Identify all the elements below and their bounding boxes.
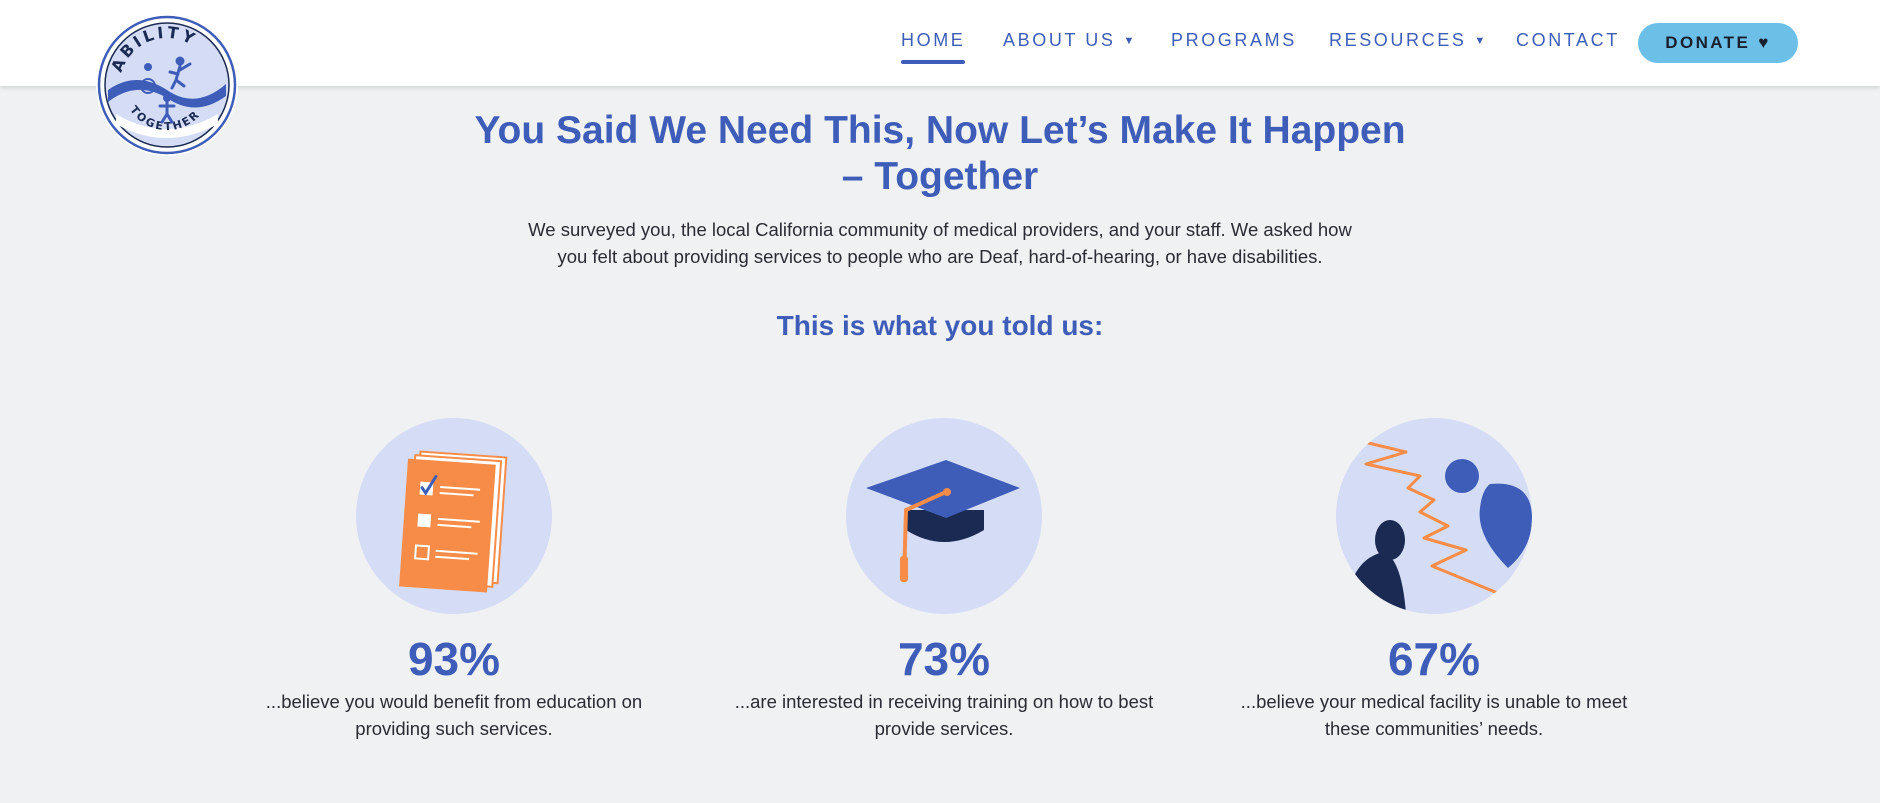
nav-programs[interactable]: PROGRAMS bbox=[1171, 30, 1297, 51]
site-header: HOME ABOUT US ▼ PROGRAMS RESOURCES ▼ CONTA… bbox=[0, 0, 1880, 86]
nav-programs-label: PROGRAMS bbox=[1171, 30, 1297, 50]
nav-about-us[interactable]: ABOUT US ▼ bbox=[1003, 30, 1137, 51]
nav-about-label: ABOUT US bbox=[1003, 30, 1116, 50]
stat-value: 93% bbox=[407, 633, 501, 685]
caret-down-icon: ▼ bbox=[1474, 34, 1488, 47]
stat-description: ...are interested in receiving training … bbox=[734, 691, 1154, 739]
stat-description: ...believe your medical facility is unab… bbox=[1240, 691, 1628, 739]
intro-paragraph: We surveyed you, the local California co… bbox=[528, 219, 1352, 267]
ability-together-logo-icon: ABILITY TOGETHER bbox=[97, 15, 237, 155]
donate-button[interactable]: DONATE ♥ bbox=[1638, 23, 1798, 63]
checklist-document-icon bbox=[399, 450, 508, 593]
stat-icon-circle bbox=[846, 418, 1042, 614]
nav-contact[interactable]: CONTACT bbox=[1516, 30, 1620, 51]
stat-description: ...believe you would benefit from educat… bbox=[265, 691, 643, 739]
stat-icon-circle bbox=[356, 418, 552, 614]
stat-card: 73% ...are interested in receiving train… bbox=[734, 418, 1154, 742]
heart-icon: ♥ bbox=[1758, 33, 1771, 52]
main-nav: HOME ABOUT US ▼ PROGRAMS RESOURCES ▼ CONTA… bbox=[0, 0, 1880, 86]
nav-contact-label: CONTACT bbox=[1516, 30, 1620, 50]
nav-resources[interactable]: RESOURCES ▼ bbox=[1329, 30, 1488, 51]
nav-home-label: HOME bbox=[901, 30, 966, 50]
stat-card: 67% ...believe your medical facility is … bbox=[1224, 418, 1644, 742]
graduation-cap-icon bbox=[866, 460, 1020, 582]
section-subheading: This is what you told us: bbox=[776, 310, 1104, 341]
nav-home[interactable]: HOME bbox=[901, 30, 966, 64]
donate-label: DONATE bbox=[1665, 33, 1751, 52]
stat-value: 73% bbox=[897, 633, 991, 685]
stat-value: 67% bbox=[1387, 633, 1481, 685]
caret-down-icon: ▼ bbox=[1123, 34, 1137, 47]
site-logo[interactable]: ABILITY TOGETHER bbox=[96, 14, 238, 156]
stat-icon-circle bbox=[1336, 418, 1532, 614]
people-divide-icon bbox=[1354, 440, 1532, 614]
stat-card: 93% ...believe you would benefit from ed… bbox=[244, 418, 664, 742]
nav-resources-label: RESOURCES bbox=[1329, 30, 1467, 50]
page-title: You Said We Need This, Now Let’s Make It… bbox=[474, 109, 1406, 198]
